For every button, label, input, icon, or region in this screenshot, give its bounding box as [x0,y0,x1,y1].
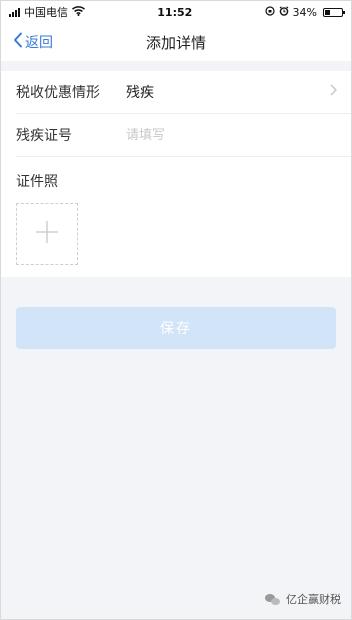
chevron-left-icon [13,32,23,52]
tax-preference-row[interactable]: 税收优惠情形 残疾 [16,71,351,114]
save-button[interactable]: 保存 [16,307,336,349]
disability-cert-input[interactable] [126,127,337,143]
orientation-lock-icon [264,5,275,19]
page-title: 添加详情 [145,33,206,52]
back-button[interactable]: 返回 [13,23,53,61]
tax-preference-label: 税收优惠情形 [16,85,100,101]
detail-form: 税收优惠情形 残疾 残疾证号 证件照 [1,71,351,277]
carrier-name: 中国电信 [24,6,68,19]
back-label: 返回 [25,35,53,51]
plus-icon [35,220,59,248]
navigation-bar: 返回 添加详情 [1,23,351,61]
watermark-text: 亿企赢财税 [286,593,341,606]
photo-upload-button[interactable] [16,203,78,265]
chevron-right-icon [330,84,337,100]
status-bar: 中国电信 11:52 34% [1,1,351,23]
phone-screen: 中国电信 11:52 34% 返回 添加详情 税收优惠情形 残疾 残疾证号 请填… [0,0,352,620]
wechat-icon [265,593,281,606]
tax-preference-value: 残疾 [126,85,154,101]
battery-icon [323,7,345,17]
save-section: 保存 [1,277,351,349]
wifi-icon [72,5,85,19]
disability-cert-label: 残疾证号 [16,128,72,144]
disability-cert-row: 残疾证号 [16,114,351,157]
id-photo-label: 证件照 [16,174,58,190]
battery-level [325,9,330,15]
section-gap [1,61,351,71]
status-bar-left: 中国电信 [9,4,85,20]
watermark: 亿企赢财税 [265,591,341,607]
status-bar-right: 34% [264,5,345,19]
battery-percent: 34% [292,5,317,19]
clock: 11:52 [157,5,193,19]
signal-icon [9,7,20,17]
alarm-icon [279,5,289,19]
